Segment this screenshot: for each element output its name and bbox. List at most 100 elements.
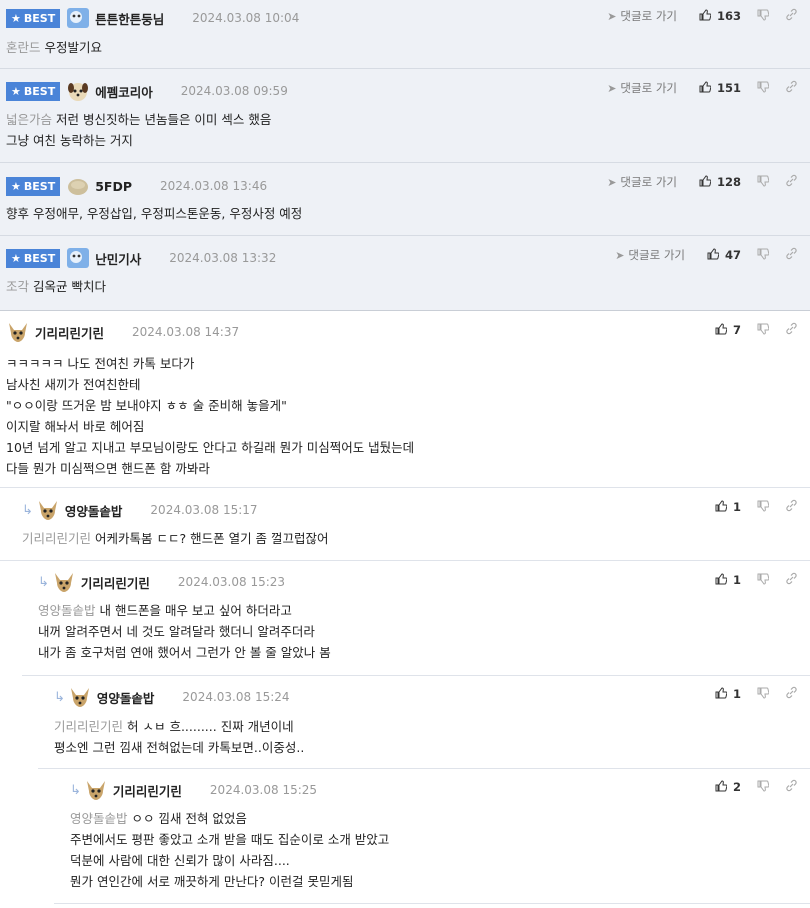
goto-comment-link[interactable]: ➤ 댓글로 가기 — [607, 174, 677, 190]
like-button[interactable]: 163 — [699, 8, 741, 24]
goto-comment-link[interactable]: ➤ 댓글로 가기 — [607, 80, 677, 96]
thumbs-up-icon — [699, 174, 712, 190]
like-button[interactable]: 1 — [715, 572, 741, 588]
like-button[interactable]: 2 — [715, 779, 741, 795]
like-button[interactable]: 47 — [707, 247, 741, 263]
navigate-icon: ➤ — [607, 9, 617, 23]
thumbs-down-icon[interactable] — [757, 81, 770, 96]
thumbs-down-icon[interactable] — [757, 687, 770, 702]
like-button[interactable]: 1 — [715, 686, 741, 702]
best-comment-4: ★ BEST 난민기사 2024.03.08 13:32 ➤ 댓글로 가기 47 조… — [0, 236, 810, 311]
nickname[interactable]: 기리리린기린 — [113, 781, 182, 800]
reply-target[interactable]: 기리리린기린 — [54, 719, 123, 734]
like-button[interactable]: 1 — [715, 499, 741, 515]
comment-date: 2024.03.08 14:37 — [132, 325, 240, 339]
like-button[interactable]: 128 — [699, 174, 741, 190]
reply-target[interactable]: 기리리린기린 — [22, 531, 91, 546]
comment-date: 2024.03.08 10:04 — [192, 11, 300, 25]
best-badge: ★ BEST — [6, 248, 61, 268]
comment-body: ㅋㅋㅋㅋㅋ 나도 전여친 카톡 보다가 남사친 새끼가 전여친한테 "ㅇㅇ이랑 … — [6, 356, 415, 476]
nickname[interactable]: 에펨코리아 — [95, 82, 153, 101]
link-icon[interactable] — [785, 247, 798, 263]
link-icon[interactable] — [785, 572, 798, 588]
comment-date: 2024.03.08 13:32 — [169, 251, 277, 265]
avatar[interactable] — [66, 80, 90, 102]
star-icon: ★ — [11, 11, 21, 25]
reply-arrow-icon: ↳ — [38, 574, 49, 590]
comment-body: 넓은가슴 저런 병신짓하는 년놈들은 이미 섹스 했음 그냥 여친 농락하는 거지 — [6, 112, 272, 148]
link-icon[interactable] — [785, 779, 798, 795]
avatar[interactable] — [84, 779, 108, 801]
avatar[interactable] — [66, 7, 90, 29]
reply-target[interactable]: 영양돌솥밥 — [38, 603, 96, 618]
thumbs-down-icon[interactable] — [757, 175, 770, 190]
thumbs-down-icon[interactable] — [757, 780, 770, 795]
star-icon: ★ — [11, 179, 21, 193]
thumbs-down-icon[interactable] — [757, 573, 770, 588]
nickname[interactable]: 기리리린기린 — [81, 573, 150, 592]
avatar[interactable] — [68, 686, 92, 708]
link-icon[interactable] — [785, 499, 798, 515]
reply-target[interactable]: 넓은가슴 — [6, 112, 52, 127]
best-comment-1: ★ BEST 튼튼한튼둥님 2024.03.08 10:04 ➤ 댓글로 가기 16… — [0, 0, 810, 69]
comment-date: 2024.03.08 15:23 — [177, 575, 286, 589]
avatar[interactable] — [66, 247, 90, 269]
thumbs-up-icon — [699, 8, 712, 24]
best-badge: ★ BEST — [6, 8, 61, 28]
comment-date: 2024.03.08 15:17 — [150, 503, 258, 517]
comment-body: 영양돌솥밥 내 핸드폰을 매우 보고 싶어 하더라고 내꺼 알려주면서 네 것도 … — [38, 603, 331, 660]
link-icon[interactable] — [785, 8, 798, 24]
thumbs-up-icon — [715, 686, 728, 702]
link-icon[interactable] — [785, 80, 798, 96]
comment-date: 2024.03.08 15:24 — [182, 690, 290, 704]
nickname[interactable]: 튼튼한튼둥님 — [95, 9, 164, 28]
comment: 기리리린기린 2024.03.08 14:37 7 ㅋㅋㅋㅋㅋ 나도 전여친 카… — [0, 311, 810, 488]
thumbs-up-icon — [699, 80, 712, 96]
avatar[interactable] — [66, 175, 90, 197]
thumbs-down-icon[interactable] — [757, 323, 770, 338]
thumbs-up-icon — [707, 247, 720, 263]
best-comment-2: ★ BEST 에펨코리아 2024.03.08 09:59 ➤ 댓글로 가기 151… — [0, 69, 810, 163]
navigate-icon: ➤ — [607, 175, 617, 189]
nickname[interactable]: 기리리린기린 — [35, 323, 104, 342]
link-icon[interactable] — [785, 686, 798, 702]
star-icon: ★ — [11, 84, 21, 98]
comment-body: 기리리린기린 어케카톡봄 ㄷㄷ? 핸드폰 열기 좀 껄끄럽잖어 — [22, 531, 329, 546]
nickname[interactable]: 5FDP — [95, 179, 132, 194]
avatar[interactable] — [6, 321, 30, 343]
like-button[interactable]: 151 — [699, 80, 741, 96]
reply-target[interactable]: 혼란드 — [6, 40, 41, 55]
comment-body: 향후 우정애무, 우정삽입, 우정피스톤운동, 우정사정 예정 — [6, 206, 303, 221]
avatar[interactable] — [52, 571, 76, 593]
link-icon[interactable] — [785, 322, 798, 338]
reply-target[interactable]: 영양돌솥밥 — [70, 811, 128, 826]
navigate-icon: ➤ — [615, 248, 625, 262]
comment-date: 2024.03.08 13:46 — [159, 179, 268, 193]
nickname[interactable]: 영양돌솥밥 — [97, 688, 155, 707]
comment-body: 혼란드 우정발기요 — [6, 40, 103, 55]
goto-comment-link[interactable]: ➤ 댓글로 가기 — [607, 8, 677, 24]
nickname[interactable]: 난민기사 — [95, 249, 141, 268]
reply-comment: ↳ 영양돌솥밥 2024.03.08 15:17 1 기리리린기린 어케카톡봄 ㄷ… — [0, 488, 810, 561]
like-button[interactable]: 7 — [715, 322, 741, 338]
thumbs-up-icon — [715, 499, 728, 515]
thumbs-up-icon — [715, 572, 728, 588]
best-badge: ★ BEST — [6, 176, 61, 196]
avatar[interactable] — [36, 499, 60, 521]
best-badge: ★ BEST — [6, 81, 61, 101]
comment-date: 2024.03.08 15:25 — [209, 783, 318, 797]
thumbs-down-icon[interactable] — [757, 500, 770, 515]
link-icon[interactable] — [785, 174, 798, 190]
reply-comment: ↳ 기리리린기린 2024.03.08 15:23 1 영양돌솥밥 내 핸드폰을 … — [22, 561, 810, 676]
best-comment-3: ★ BEST 5FDP 2024.03.08 13:46 ➤ 댓글로 가기 128 … — [0, 163, 810, 236]
star-icon: ★ — [11, 251, 21, 265]
thumbs-down-icon[interactable] — [757, 9, 770, 24]
thumbs-down-icon[interactable] — [757, 248, 770, 263]
reply-arrow-icon: ↳ — [70, 782, 81, 798]
reply-comment: ↳ 영양돌솥밥 2024.03.08 15:24 1 기리리린기린 허 ㅅㅂ 흐.… — [38, 676, 810, 769]
comment-body: 기리리린기린 허 ㅅㅂ 흐......... 진짜 개년이네 평소엔 그런 낌새 … — [54, 719, 305, 755]
nickname[interactable]: 영양돌솥밥 — [65, 501, 123, 520]
reply-arrow-icon: ↳ — [22, 502, 33, 518]
reply-target[interactable]: 조각 — [6, 279, 29, 294]
goto-comment-link[interactable]: ➤ 댓글로 가기 — [615, 247, 685, 263]
